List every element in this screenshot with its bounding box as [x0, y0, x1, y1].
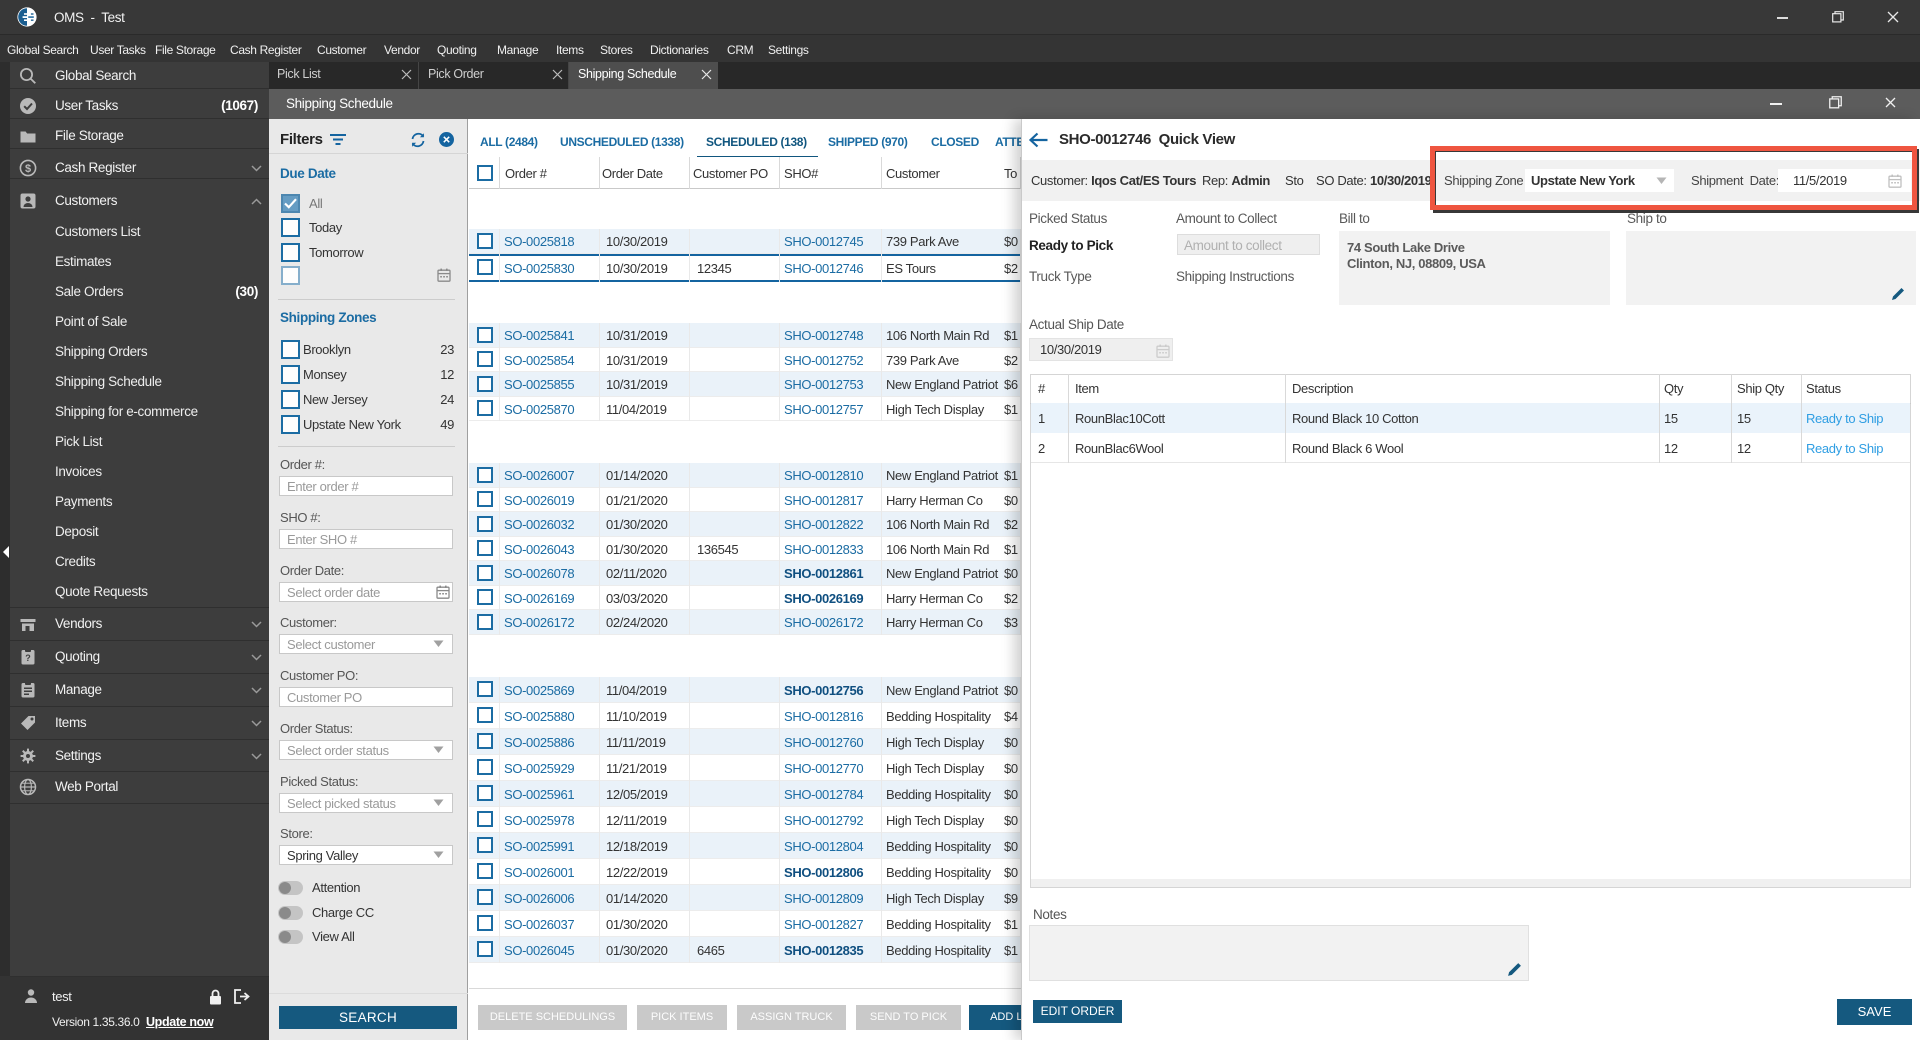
- svg-text:?: ?: [25, 653, 31, 663]
- svg-text:$: $: [25, 163, 31, 175]
